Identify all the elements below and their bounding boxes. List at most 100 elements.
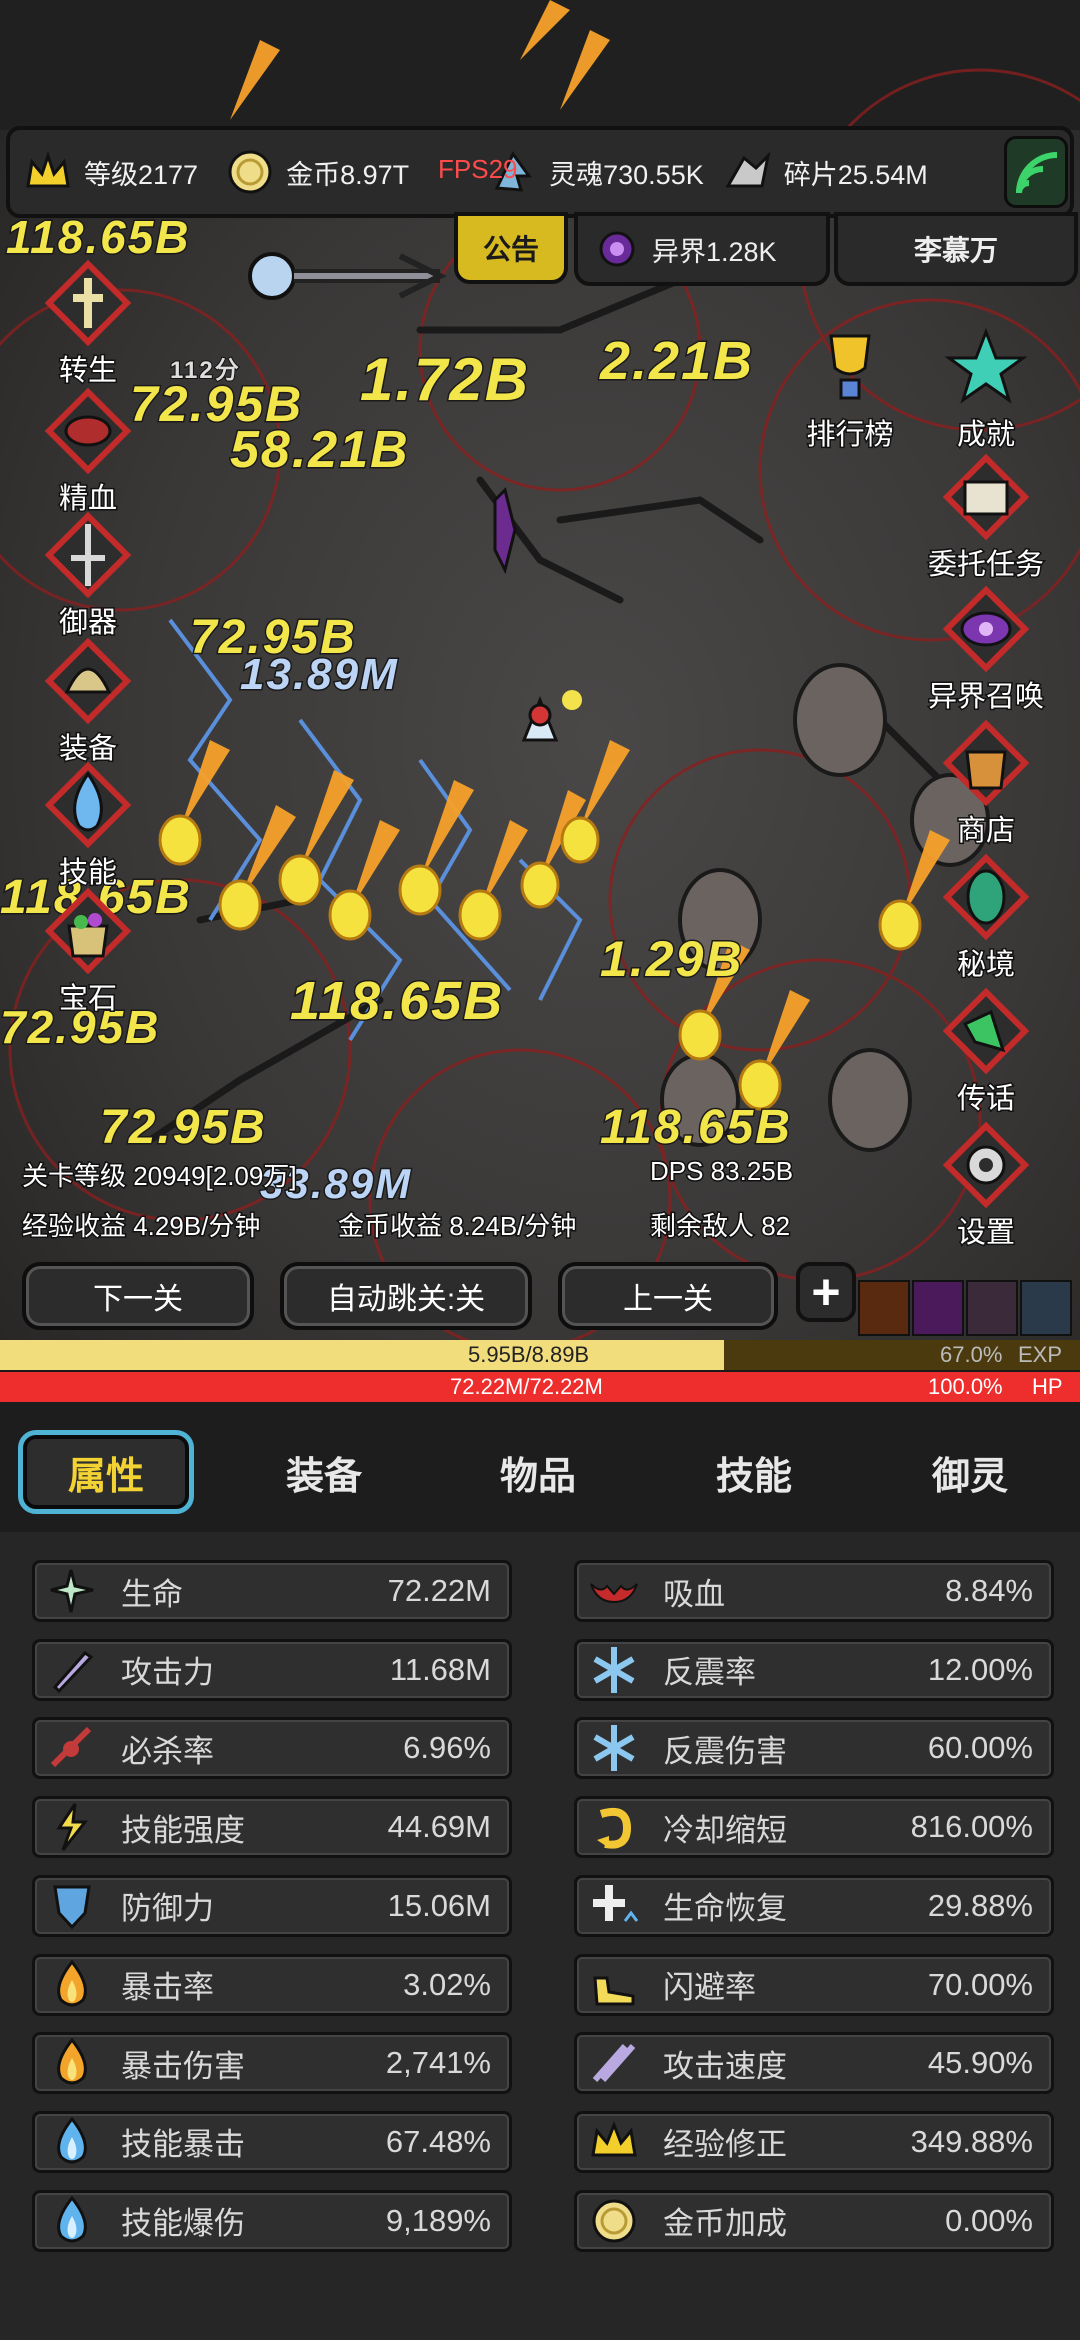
menu-gems[interactable]: 宝石 [28,886,148,1017]
stat-row[interactable]: 生命恢复 29.88% [574,1874,1054,1937]
stat-value: 349.88% [910,2123,1033,2159]
buff-shadow-icon[interactable] [912,1280,964,1336]
tab-attributes[interactable]: 属性 [18,1430,194,1514]
notice-button[interactable]: 公告 [454,212,568,284]
crown-icon [26,151,70,188]
portal-icon [599,231,635,267]
signal-button[interactable] [1004,136,1068,208]
menu-label: 商店 [955,814,1016,849]
stat-row[interactable]: 冷却缩短 816.00% [574,1796,1054,1859]
tab-equipment[interactable]: 装备 [234,1430,414,1514]
stat-name: 闪避率 [663,1970,756,2005]
rebirth-icon [44,259,132,347]
stat-value: 45.90% [927,2045,1033,2081]
stat-value: 70.00% [927,1966,1033,2002]
damage-number: 118.65B [5,210,191,265]
stage-level: 关卡等级 20949[2.09万] [21,1160,299,1193]
stat-name: 冷却缩短 [663,1812,787,1848]
stat-value: 12.00% [927,1651,1033,1687]
player-name[interactable]: 李慕万 [834,212,1078,286]
stat-row[interactable]: 生命 72.22M [32,1560,512,1622]
stat-value: 60.00% [927,1730,1033,1766]
stat-name: 反震伤害 [663,1733,787,1769]
stat-row[interactable]: 反震率 12.00% [574,1638,1054,1701]
menu-artifact[interactable]: 御器 [28,510,148,641]
tab-skills[interactable]: 技能 [664,1430,844,1514]
tab-spirits[interactable]: 御灵 [880,1430,1060,1514]
menu-equipment[interactable]: 装备 [28,636,148,767]
expand-button[interactable]: + [796,1262,856,1322]
shard-display: 碎片25.54M [722,146,928,198]
menu-ranking[interactable]: 排行榜 [790,322,910,453]
menu-commission[interactable]: 委托任务 [926,452,1046,583]
stat-row[interactable]: 暴击率 3.02% [32,1953,512,2016]
menu-settings[interactable]: 设置 [926,1120,1046,1251]
shard-icon [725,151,771,188]
stat-row[interactable]: 闪避率 70.00% [574,1953,1054,2016]
stat-value: 15.06M [387,1887,491,1923]
blood-icon [44,387,132,475]
stat-row[interactable]: 暴击伤害 2,741% [32,2032,512,2095]
menu-achievement[interactable]: 成就 [926,322,1046,453]
stat-row[interactable]: 经验修正 349.88% [574,2110,1054,2173]
gold-income: 金币收益 8.24B/分钟 [336,1210,577,1243]
damage-number: 72.95B [99,1100,267,1156]
stat-value: 3.02% [403,1966,491,2002]
damage-number: 118.65B [599,1100,792,1156]
stat-value: 29.88% [927,1887,1033,1923]
bat-icon [585,1564,643,1618]
gear-icon [942,1121,1030,1209]
portal-green-icon [942,853,1030,941]
menu-broadcast[interactable]: 传话 [926,986,1046,1117]
blue-fire-icon [43,2115,101,2169]
menu-label: 转生 [57,354,118,389]
tab-items[interactable]: 物品 [448,1430,628,1514]
resource-bar: 等级2177 金币8.97T 灵魂730.55K 碎片25.54M [6,126,1074,218]
stat-row[interactable]: 吸血 8.84% [574,1560,1054,1622]
buff-skull-icon[interactable] [966,1280,1018,1336]
shop-bag-icon [942,719,1030,807]
fire-icon [43,1958,101,2012]
stat-value: 816.00% [910,1809,1033,1845]
game-viewport[interactable]: 118.65B 1.72B 72.95B 2.21B 58.21B 72.95B… [0,0,1080,1340]
menu-essence[interactable]: 精血 [28,386,148,517]
menu-rebirth[interactable]: 转生 [28,258,148,389]
menu-summon[interactable]: 异界召唤 [926,584,1046,715]
stat-row[interactable]: 防御力 15.06M [32,1874,512,1937]
menu-label: 排行榜 [805,418,895,453]
trophy-icon [829,334,871,400]
buff-fire-icon[interactable] [858,1280,910,1336]
stat-row[interactable]: 金币加成 0.00% [574,2189,1054,2252]
remaining-enemies: 剩余敌人 82 [648,1210,791,1243]
soul-display: 灵魂730.55K [487,146,704,198]
stat-name: 暴击伤害 [121,2048,245,2084]
stat-row[interactable]: 攻击力 11.68M [32,1638,512,1701]
summon-eye-icon [942,585,1030,673]
stat-row[interactable]: 必杀率 6.96% [32,1717,512,1780]
hero-character [521,690,582,742]
stat-row[interactable]: 反震伤害 60.00% [574,1717,1054,1780]
menu-secret-realm[interactable]: 秘境 [926,852,1046,983]
stat-name: 暴击率 [121,1970,214,2005]
menu-label: 异界召唤 [926,680,1045,715]
stat-row[interactable]: 技能暴击 67.48% [32,2110,512,2173]
menu-skills[interactable]: 技能 [28,760,148,891]
damage-number: 2.21B [598,330,755,393]
star-icon [944,327,1028,404]
buff-ice-icon[interactable] [1020,1280,1072,1336]
stat-row[interactable]: 技能强度 44.69M [32,1796,512,1859]
stat-row[interactable]: 攻击速度 45.90% [574,2032,1054,2095]
prev-stage-button[interactable]: 上一关 [558,1262,778,1330]
artifact-icon [44,511,132,599]
next-stage-button[interactable]: 下一关 [22,1262,254,1330]
exp-income: 经验收益 4.29B/分钟 [20,1210,261,1243]
otherworld-display[interactable]: 异界1.28K [574,212,830,286]
stat-row[interactable]: 技能爆伤 9,189% [32,2189,512,2252]
tab-bar: 属性 装备 物品 技能 御灵 [0,1402,1080,1532]
menu-shop[interactable]: 商店 [926,718,1046,849]
stat-value: 6.96% [403,1730,491,1766]
ice-icon [585,1643,643,1697]
menu-label: 委托任务 [926,548,1045,583]
auto-skip-toggle[interactable]: 自动跳关:关 [280,1262,532,1330]
stat-name: 生命 [121,1576,183,1612]
